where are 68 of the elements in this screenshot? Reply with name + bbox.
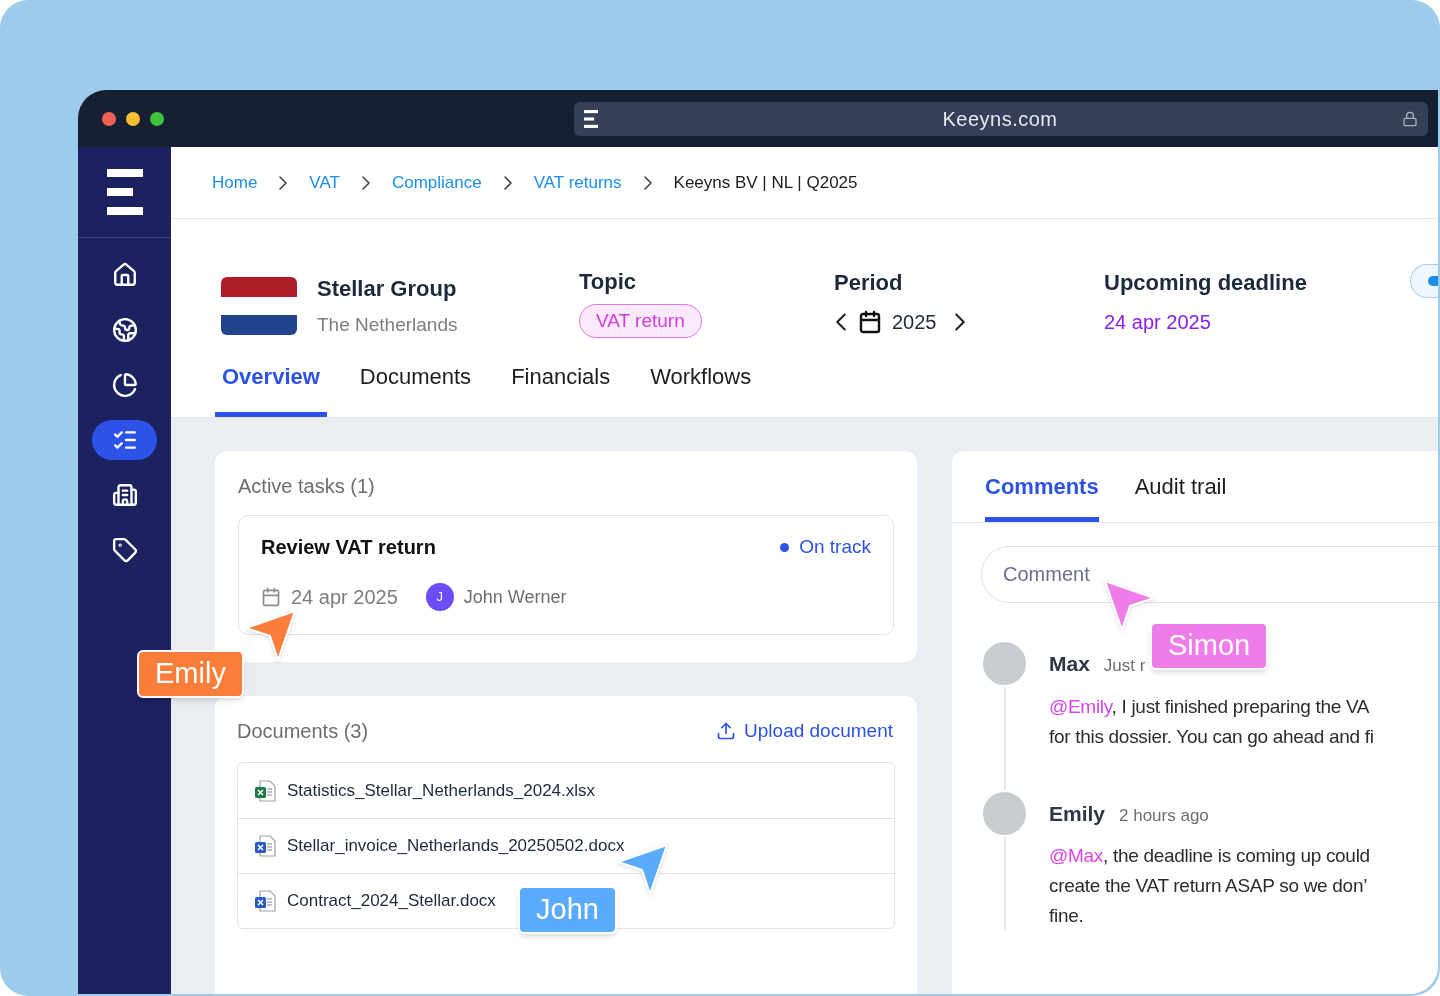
breadcrumb-link[interactable]: VAT returns [533, 169, 622, 196]
user-cursor-label: Simon [1150, 622, 1269, 670]
mention-link[interactable]: @Max [1049, 845, 1103, 866]
spreadsheet-file-icon [253, 778, 277, 803]
url-text: Keeyns.com [941, 106, 1059, 132]
page-tab[interactable]: Workflows [643, 354, 759, 417]
comment-time: 2 hours ago [1119, 804, 1209, 827]
deadline-date: 24 apr 2025 [1104, 310, 1211, 335]
lock-icon [1402, 110, 1418, 127]
next-period-button[interactable] [952, 313, 967, 331]
home-icon [111, 262, 138, 288]
document-file-icon [253, 834, 277, 858]
file-name: Stellar_invoice_Netherlands_20250502.docx [287, 835, 625, 858]
assignee-avatar: J [425, 583, 454, 611]
app-logo-icon [106, 169, 143, 215]
deadline-label: Upcoming deadline [1104, 269, 1307, 297]
pie-chart-icon [111, 372, 138, 398]
building-icon [111, 482, 138, 508]
breadcrumb-current: Keeyns BV | NL | Q2025 [673, 171, 858, 194]
upload-document-link[interactable]: Upload document [716, 716, 893, 746]
user-cursor-label: Emily [137, 650, 244, 698]
comment-input-field[interactable]: Comment [981, 546, 1438, 603]
entity-name: Stellar Group [317, 274, 458, 303]
panel-tab[interactable]: Audit trail [1134, 470, 1227, 522]
comment-author: Max [1049, 651, 1090, 677]
topic-tag: VAT return [579, 303, 702, 339]
task-date: 24 apr 2025 [291, 585, 398, 610]
previous-period-button[interactable] [834, 313, 848, 331]
tag-icon [111, 537, 138, 563]
task-status: On track [799, 534, 871, 559]
comment-text: @Emily, I just finished preparing the VA for this dossier. You can go ahead and fi [1049, 694, 1374, 749]
comment-time: Just r [1103, 655, 1146, 677]
sidebar-nav-button[interactable] [92, 420, 157, 460]
chevron-right-icon [279, 175, 288, 190]
upload-icon [716, 721, 737, 741]
period-label: Period [834, 269, 903, 297]
chevron-right-icon [643, 175, 652, 190]
breadcrumb-link[interactable]: Home [212, 169, 258, 196]
topic-label: Topic [579, 267, 637, 296]
chevron-right-icon [954, 313, 965, 331]
file-name: Statistics_Stellar_Netherlands_2024.xlsx [287, 779, 596, 802]
entity-country: The Netherlands [317, 312, 458, 337]
chevron-right-icon [503, 175, 512, 190]
card-title: Active tasks (1) [238, 474, 376, 499]
card-title: Documents (3) [237, 719, 369, 744]
mention-link[interactable]: @Emily [1049, 695, 1112, 717]
task-title: Review VAT return [261, 535, 436, 560]
comment-text: @Max, the deadline is coming up could create the VAT return ASAP so we don’ fine. [1049, 844, 1370, 928]
period-value: 2025 [892, 310, 937, 335]
site-logo-icon [584, 109, 598, 128]
page-tab[interactable]: Financials [504, 354, 618, 417]
calendar-icon [261, 587, 281, 607]
chevron-right-icon [361, 175, 370, 190]
calendar-icon [858, 310, 882, 334]
panel-tab[interactable]: Comments [985, 470, 1099, 522]
breadcrumb-link[interactable]: Compliance [391, 169, 482, 196]
netherlands-flag-icon [221, 276, 297, 335]
assignee-name: John Werner [463, 585, 567, 609]
comment-author: Emily [1049, 800, 1106, 827]
file-row[interactable]: Statistics_Stellar_Netherlands_2024.xlsx [238, 763, 894, 818]
document-file-icon [253, 889, 277, 913]
globe-icon [111, 317, 138, 343]
file-name: Contract_2024_Stellar.docx [287, 890, 496, 913]
page-tab[interactable]: Documents [352, 354, 479, 417]
chevron-left-icon [836, 313, 846, 331]
toggle-switch[interactable] [1410, 263, 1438, 298]
address-bar[interactable]: Keeyns.com [574, 101, 1428, 136]
user-cursor-label: John [518, 886, 617, 934]
